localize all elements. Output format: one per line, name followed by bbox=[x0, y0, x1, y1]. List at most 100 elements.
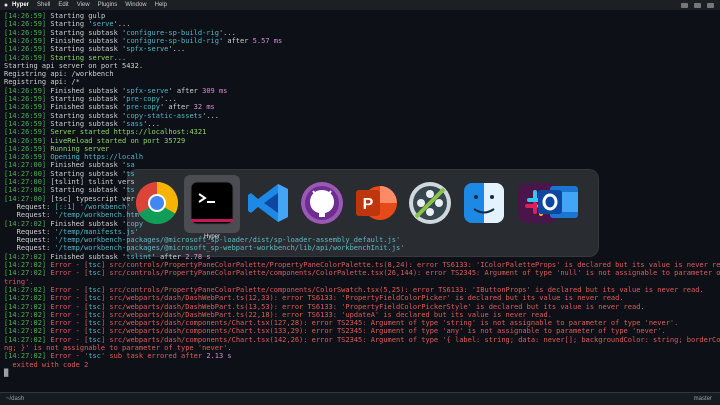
terminal-text: tsc bbox=[88, 261, 101, 269]
terminal-text: Server started https://localhost:4321 bbox=[46, 128, 207, 137]
terminal-text: 309 ms bbox=[202, 86, 228, 95]
claquette-icon[interactable] bbox=[406, 179, 454, 227]
terminal-line: █ bbox=[4, 369, 8, 377]
terminal-timestamp: [14:27:02] bbox=[4, 319, 47, 328]
terminal-line: [14:27:02] Finished subtask 'copy bbox=[4, 220, 143, 228]
terminal-text: Starting subtask ' bbox=[46, 95, 127, 103]
terminal-text: ] src/controls/PropertyPaneColorPalette/… bbox=[100, 269, 720, 278]
terminal-text: exited with code 2 bbox=[4, 360, 89, 369]
terminal-text: sa bbox=[126, 161, 135, 170]
terminal-line: [14:27:02] Error - [tsc] src/controls/Pr… bbox=[4, 286, 704, 294]
terminal-text: tring'. bbox=[4, 277, 34, 286]
menu-item-shell[interactable]: Shell bbox=[37, 2, 50, 8]
terminal-timestamp: [14:27:02] bbox=[4, 335, 47, 344]
menu-item-help[interactable]: Help bbox=[155, 2, 167, 8]
terminal-text: Error - [ bbox=[46, 310, 89, 319]
terminal-text: ' after bbox=[168, 86, 203, 95]
terminal-timestamp: [14:26:59] bbox=[4, 12, 47, 20]
terminal-timestamp: [14:27:02] bbox=[4, 261, 47, 269]
terminal-line: [14:26:59] Starting server... bbox=[4, 54, 126, 62]
terminal-text: 5.57 ms bbox=[252, 36, 283, 45]
terminal-text: Request: bbox=[4, 227, 55, 236]
terminal-text: ] src/webparts/dash/components/Chart.tsx… bbox=[100, 319, 679, 328]
terminal-timestamp: [14:27:02] bbox=[4, 352, 47, 361]
menu-status-icons bbox=[681, 2, 720, 8]
outlook-icon[interactable] bbox=[534, 178, 582, 226]
terminal-text: ] src/webparts/dash/DashWebPart.ts(12,33… bbox=[100, 294, 624, 303]
terminal-text: 32 ms bbox=[193, 103, 215, 112]
terminal-timestamp: [14:26:59] bbox=[4, 136, 47, 145]
terminal-text: '... bbox=[159, 95, 177, 103]
terminal-text: Starting subtask ' bbox=[46, 119, 127, 128]
terminal-text: Finished subtask ' bbox=[46, 161, 127, 170]
terminal-text: Finished subtask ' bbox=[46, 219, 127, 228]
terminal-line: [14:26:59] Opening https://localh bbox=[4, 153, 143, 161]
clock-icon[interactable] bbox=[707, 2, 714, 8]
terminal-line: [14:27:00] Starting subtask 'ts bbox=[4, 186, 135, 194]
terminal-timestamp: [14:26:59] bbox=[4, 86, 47, 95]
menu-app-name[interactable]: Hyper bbox=[12, 2, 29, 8]
battery-icon[interactable] bbox=[694, 2, 701, 8]
terminal-text: tsc bbox=[88, 269, 101, 278]
terminal-line: [14:27:00] [tsc] typescript ver bbox=[4, 195, 135, 203]
hyper-icon[interactable] bbox=[188, 179, 236, 227]
terminal-text: Finished subtask ' bbox=[46, 86, 127, 95]
terminal-text: [tsc] typescript ver bbox=[46, 194, 135, 203]
terminal-text: '... bbox=[168, 45, 186, 54]
terminal-timestamp: [14:26:59] bbox=[4, 119, 47, 128]
terminal-line: [14:26:59] Finished subtask 'spfx-serve'… bbox=[4, 87, 227, 95]
terminal-text: Opening https://localh bbox=[46, 153, 144, 162]
terminal-timestamp: [14:27:00] bbox=[4, 169, 47, 178]
terminal-text: '... bbox=[143, 119, 160, 128]
terminal-text: ] src/webparts/dash/components/Chart.tsx… bbox=[100, 335, 720, 344]
terminal-line: [14:27:02] Error - [tsc] src/webparts/da… bbox=[4, 311, 552, 319]
terminal-timestamp: [14:27:00] bbox=[4, 178, 47, 186]
terminal-text: Starting server... bbox=[46, 53, 127, 62]
vscode-icon[interactable] bbox=[244, 179, 292, 227]
terminal-text: Error - [ bbox=[46, 294, 89, 303]
terminal-line: [14:26:59] Server started https://localh… bbox=[4, 128, 206, 136]
terminal-line: [14:27:02] Error - [tsc] src/webparts/da… bbox=[4, 336, 720, 344]
terminal-line: [14:26:59] Starting subtask 'copy-static… bbox=[4, 112, 219, 120]
terminal-text: Error - [ bbox=[46, 327, 89, 336]
menu-item-window[interactable]: Window bbox=[125, 2, 146, 8]
terminal-timestamp: [14:26:59] bbox=[4, 95, 47, 103]
powerpoint-icon[interactable]: P bbox=[352, 179, 400, 227]
terminal-text: Starting ' bbox=[46, 20, 93, 29]
terminal-text: ] src/webparts/dash/DashWebPart.ts(22,18… bbox=[100, 310, 552, 319]
finder-icon[interactable] bbox=[460, 179, 508, 227]
chrome-icon[interactable] bbox=[133, 179, 181, 227]
menu-item-edit[interactable]: Edit bbox=[58, 2, 68, 8]
terminal-line: Request: '/temp/workbench.htm bbox=[4, 211, 139, 219]
terminal-text: Finished subtask ' bbox=[46, 103, 127, 112]
terminal-text: Finished subtask ' bbox=[46, 36, 127, 45]
terminal-line: Registring api: /workbench bbox=[4, 70, 114, 78]
terminal-text: Request: bbox=[4, 244, 55, 253]
wifi-icon[interactable] bbox=[681, 2, 688, 8]
app-switcher-selected-label: Hyper bbox=[203, 234, 220, 240]
terminal-line: [14:27:00] Finished subtask 'sa bbox=[4, 161, 135, 169]
menu-item-plugins[interactable]: Plugins bbox=[98, 2, 118, 8]
terminal-line: [14:27:00] Starting subtask 'ts bbox=[4, 170, 135, 178]
menu-item-view[interactable]: View bbox=[77, 2, 90, 8]
svg-text:P: P bbox=[363, 196, 374, 213]
terminal-text: '... bbox=[113, 20, 131, 29]
terminal-text: Registring api: /workbench bbox=[4, 70, 114, 79]
terminal-timestamp: [14:26:59] bbox=[4, 36, 47, 45]
terminal-text: serve bbox=[92, 20, 114, 29]
terminal-text: LiveReload started on port 35729 bbox=[46, 136, 186, 145]
terminal-line: [14:26:59] Starting subtask 'sass'... bbox=[4, 120, 160, 128]
terminal-line: ng; }' is not assignable to parameter of… bbox=[4, 344, 232, 352]
terminal-text: Registring api: /* bbox=[4, 78, 80, 87]
app-switcher: P Hyper bbox=[127, 169, 599, 257]
apple-icon[interactable]: ● bbox=[0, 2, 12, 9]
status-cwd: ~/dash bbox=[6, 396, 25, 402]
terminal-timestamp: [14:26:59] bbox=[4, 153, 47, 162]
terminal-text: Starting api server on port 5432. bbox=[4, 61, 144, 70]
terminal-text: tsc bbox=[88, 302, 101, 311]
terminal-line: [14:26:59] Finished subtask 'pre-copy' a… bbox=[4, 103, 215, 111]
terminal-text: [tslint] tslint vers bbox=[46, 178, 135, 186]
terminal-line: Registring api: /* bbox=[4, 78, 80, 86]
github-desktop-icon[interactable] bbox=[298, 179, 346, 227]
terminal-text: '... bbox=[218, 28, 236, 37]
